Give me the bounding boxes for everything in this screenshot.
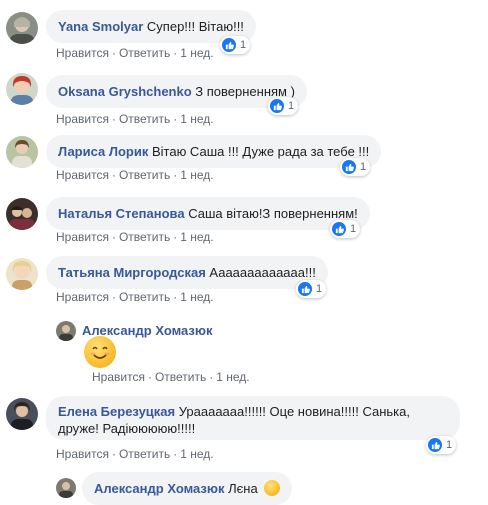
separator-dot: ·	[209, 370, 214, 384]
comment-3: Лариса Лорик Вітаю Саша !!! Дуже рада за…	[0, 133, 488, 193]
reaction-count[interactable]: 1	[220, 36, 251, 54]
like-link[interactable]: Нравится	[56, 290, 109, 304]
comment-author[interactable]: Наталья Степанова	[58, 206, 185, 221]
separator-dot: ·	[111, 46, 116, 60]
timestamp-link[interactable]: 1 нед.	[216, 370, 249, 384]
reaction-number: 1	[288, 100, 295, 112]
smiling-face-emoji	[84, 336, 116, 368]
separator-dot: ·	[173, 230, 178, 244]
comment-7: Елена Березуцкая Урааааааа!!!!!! Оце нов…	[0, 394, 488, 468]
comment-1: Yana Smolyar Супер!!! Вітаю!!! 1 Нравитс…	[0, 0, 488, 62]
comment-actions: Нравится · Ответить · 1 нед.	[92, 370, 250, 384]
smiling-face-emoji	[264, 480, 281, 496]
reaction-number: 1	[350, 223, 357, 235]
like-link[interactable]: Нравится	[56, 168, 109, 182]
comment-text: Саша вітаю!З поверненням!	[188, 206, 358, 221]
reply-comment-2: Александр Хомазюк Лєна	[0, 472, 488, 505]
like-link[interactable]: Нравится	[56, 447, 109, 461]
comment-actions: Нравится · Ответить · 1 нед.	[56, 168, 214, 182]
separator-dot: ·	[111, 112, 116, 126]
reply-link[interactable]: Ответить	[119, 46, 170, 60]
like-icon	[222, 38, 236, 52]
timestamp-link[interactable]: 1 нед.	[180, 168, 213, 182]
like-icon	[270, 99, 284, 113]
comment-actions: Нравится · Ответить · 1 нед.	[56, 46, 214, 60]
separator-dot: ·	[173, 112, 178, 126]
reaction-number: 1	[240, 39, 247, 51]
comment-5: Татьяна Миргородская Ааааааааааааа!!! 1 …	[0, 256, 488, 314]
timestamp-link[interactable]: 1 нед.	[180, 46, 213, 60]
reaction-count[interactable]: 1	[426, 436, 457, 454]
like-link[interactable]: Нравится	[56, 112, 109, 126]
avatar[interactable]	[6, 258, 38, 290]
comment-text: Лєна	[228, 481, 258, 496]
reaction-count[interactable]: 1	[268, 97, 299, 115]
comment-author[interactable]: Елена Березуцкая	[58, 404, 175, 419]
reply-link[interactable]: Ответить	[119, 168, 170, 182]
avatar[interactable]	[6, 398, 38, 430]
timestamp-link[interactable]: 1 нед.	[180, 112, 213, 126]
comment-text: Супер!!! Вітаю!!!	[146, 19, 244, 34]
reaction-count[interactable]: 1	[296, 280, 327, 298]
comment-author[interactable]: Лариса Лорик	[58, 144, 148, 159]
comment-text: Урааааааа!!!!!! Оце новина!!!!! Санька,	[178, 404, 410, 419]
separator-dot: ·	[147, 370, 152, 384]
comment-actions: Нравится · Ответить · 1 нед.	[56, 447, 214, 461]
comment-bubble: Лариса Лорик Вітаю Саша !!! Дуже рада за…	[46, 135, 382, 168]
comment-text: Вітаю Саша !!! Дуже рада за тебе !!!	[151, 144, 370, 159]
reply-link[interactable]: Ответить	[119, 230, 170, 244]
comment-text: Ааааааааааааа!!!	[209, 265, 316, 280]
comment-actions: Нравится · Ответить · 1 нед.	[56, 230, 214, 244]
separator-dot: ·	[173, 46, 178, 60]
comment-bubble: Елена Березуцкая Урааааааа!!!!!! Оце нов…	[46, 396, 460, 440]
comment-bubble: Татьяна Миргородская Ааааааааааааа!!!	[46, 256, 328, 289]
reaction-number: 1	[446, 439, 453, 451]
timestamp-link[interactable]: 1 нед.	[180, 447, 213, 461]
reply-link[interactable]: Ответить	[119, 112, 170, 126]
reply-comment-1: Александр Хомазюк Нравится · Ответить · 1 не…	[0, 314, 488, 388]
comment-author[interactable]: Yana Smolyar	[58, 19, 143, 34]
separator-dot: ·	[111, 230, 116, 244]
comment-bubble: Наталья Степанова Саша вітаю!З поверненн…	[46, 197, 370, 230]
separator-dot: ·	[111, 447, 116, 461]
like-link[interactable]: Нравится	[56, 46, 109, 60]
like-icon	[428, 438, 442, 452]
avatar[interactable]	[6, 198, 38, 230]
reaction-number: 1	[360, 161, 367, 173]
timestamp-link[interactable]: 1 нед.	[180, 290, 213, 304]
comment-bubble: Александр Хомазюк Лєна	[82, 472, 293, 505]
comment-line: Елена Березуцкая Урааааааа!!!!!! Оце нов…	[58, 403, 448, 420]
avatar[interactable]	[6, 136, 38, 168]
like-icon	[332, 222, 346, 236]
like-link[interactable]: Нравится	[56, 230, 109, 244]
separator-dot: ·	[173, 447, 178, 461]
reply-link[interactable]: Ответить	[119, 447, 170, 461]
comment-author[interactable]: Татьяна Миргородская	[58, 265, 206, 280]
comment-text-continued: друже! Радіююююю!!!!!	[58, 421, 196, 436]
reaction-number: 1	[316, 283, 323, 295]
separator-dot: ·	[173, 290, 178, 304]
reply-link[interactable]: Ответить	[155, 370, 206, 384]
avatar[interactable]	[56, 478, 76, 498]
avatar[interactable]	[6, 12, 38, 44]
comment-2: Oksana Gryshchenko З поверненням ) 1 Нра…	[0, 70, 488, 132]
separator-dot: ·	[173, 168, 178, 182]
like-link[interactable]: Нравится	[92, 370, 145, 384]
reaction-count[interactable]: 1	[330, 220, 361, 238]
like-icon	[298, 282, 312, 296]
comment-author[interactable]: Oksana Gryshchenko	[58, 84, 192, 99]
separator-dot: ·	[111, 168, 116, 182]
comment-author[interactable]: Александр Хомазюк	[94, 481, 225, 496]
reaction-count[interactable]: 1	[340, 158, 371, 176]
separator-dot: ·	[111, 290, 116, 304]
comment-actions: Нравится · Ответить · 1 нед.	[56, 290, 214, 304]
comment-actions: Нравится · Ответить · 1 нед.	[56, 112, 214, 126]
like-icon	[342, 160, 356, 174]
comment-4: Наталья Степанова Саша вітаю!З поверненн…	[0, 195, 488, 255]
timestamp-link[interactable]: 1 нед.	[180, 230, 213, 244]
avatar[interactable]	[6, 73, 38, 105]
reply-link[interactable]: Ответить	[119, 290, 170, 304]
